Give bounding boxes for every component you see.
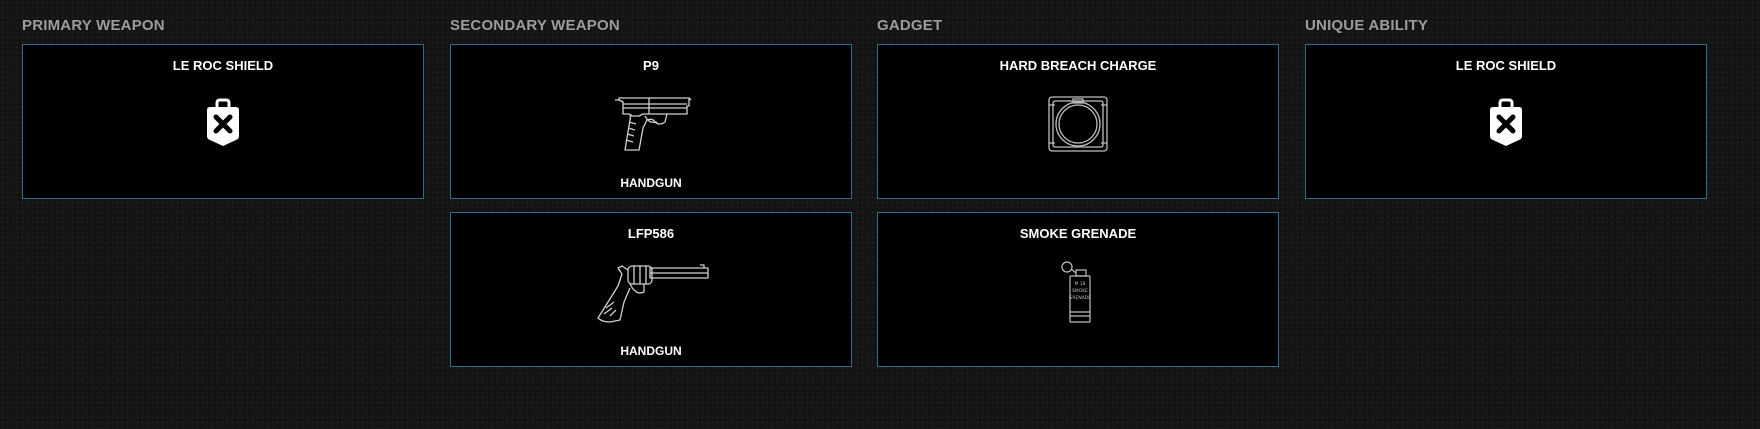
secondary-weapon-heading: SECONDARY WEAPON	[450, 17, 620, 34]
secondary-weapon-type: HANDGUN	[620, 344, 682, 358]
secondary-weapon-card-lfp586[interactable]: LFP586 HANDGUN	[450, 212, 852, 367]
pistol-icon	[615, 97, 692, 151]
breach-charge-icon	[1048, 96, 1108, 152]
shield-badge-icon	[207, 98, 239, 146]
revolver-icon	[597, 264, 709, 323]
secondary-weapon-name: LFP586	[627, 226, 675, 241]
secondary-weapon-name: P9	[643, 58, 659, 73]
secondary-weapon-type: HANDGUN	[620, 176, 682, 190]
gadget-name: SMOKE GRENADE	[1019, 226, 1137, 241]
grenade-label-line: GRENADE	[1069, 295, 1091, 301]
gadget-card-hard-breach-charge[interactable]: HARD BREACH CHARGE	[877, 44, 1279, 199]
grenade-label-line: SMOKE	[1072, 288, 1088, 294]
unique-ability-heading: UNIQUE ABILITY	[1305, 17, 1429, 34]
unique-ability-name: LE ROC SHIELD	[1455, 58, 1557, 73]
primary-weapon-name: LE ROC SHIELD	[172, 58, 274, 73]
gadget-name: HARD BREACH CHARGE	[999, 58, 1157, 73]
primary-weapon-card[interactable]: LE ROC SHIELD	[22, 44, 424, 199]
unique-ability-card[interactable]: LE ROC SHIELD	[1305, 44, 1707, 199]
gadget-heading: GADGET	[877, 17, 943, 34]
gadget-card-smoke-grenade[interactable]: SMOKE GRENADE M 18 SMOKE GRENADE	[877, 212, 1279, 367]
smoke-grenade-icon: M 18 SMOKE GRENADE	[1061, 261, 1091, 323]
grenade-label-line: M 18	[1074, 281, 1085, 287]
primary-weapon-heading: PRIMARY WEAPON	[22, 17, 165, 34]
shield-badge-icon	[1490, 98, 1522, 146]
secondary-weapon-card-p9[interactable]: P9 HANDGUN	[450, 44, 852, 199]
